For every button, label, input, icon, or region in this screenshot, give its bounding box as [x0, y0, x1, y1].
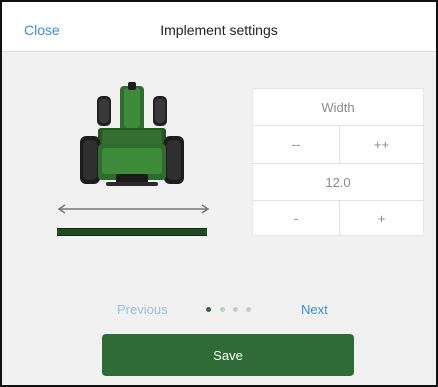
width-value: 12.0 [325, 174, 351, 190]
page-dot-active [206, 307, 211, 312]
page-dot [246, 307, 251, 312]
width-control-panel: Width -- ++ 12.0 - + [252, 88, 424, 236]
header-bar: Close Implement settings [2, 2, 436, 52]
page-dot [233, 307, 238, 312]
width-big-decrement-button[interactable]: -- [253, 126, 339, 163]
width-small-decrement-button[interactable]: - [253, 201, 339, 235]
implement-width-bar [57, 228, 207, 236]
width-big-increment-button[interactable]: ++ [340, 126, 423, 163]
next-button[interactable]: Next [301, 302, 328, 317]
tractor-rear-view-icon [80, 82, 184, 186]
page-dot [220, 307, 225, 312]
previous-button[interactable]: Previous [117, 302, 168, 317]
double-arrow-icon [57, 204, 210, 214]
page-title: Implement settings [160, 22, 278, 38]
settings-dialog: Close Implement settings Width -- ++ 12.… [0, 0, 438, 387]
page-navigation: Previous Next [2, 302, 436, 318]
width-small-increment-button[interactable]: + [340, 201, 423, 235]
save-button[interactable]: Save [102, 334, 354, 376]
width-heading: Width [321, 99, 355, 115]
